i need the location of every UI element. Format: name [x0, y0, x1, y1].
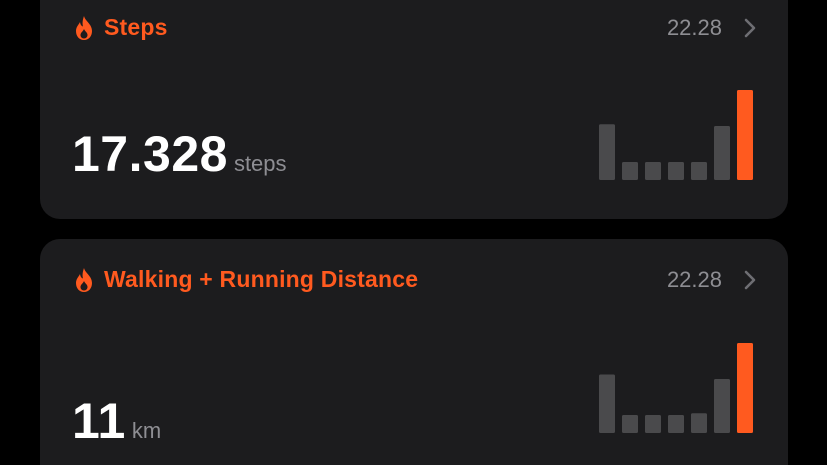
card-header: Walking + Running Distance 22.28	[72, 266, 756, 293]
value-row: 17.328 steps	[72, 125, 287, 183]
steps-value: 17.328	[72, 126, 228, 182]
chart-bar	[691, 162, 707, 180]
chart-bar	[622, 162, 638, 180]
value-row: 11 km	[72, 392, 161, 450]
flame-icon	[72, 15, 96, 41]
title-wrap: Steps	[72, 14, 168, 41]
chart-bar	[599, 374, 615, 433]
chart-bar	[714, 379, 730, 433]
distance-unit: km	[131, 418, 162, 443]
chart-bar	[714, 126, 730, 180]
chart-bar	[645, 162, 661, 180]
distance-value: 11	[72, 393, 126, 449]
title-wrap: Walking + Running Distance	[72, 266, 418, 293]
chart-bar	[668, 162, 684, 180]
last-updated-time: 22.28	[666, 266, 722, 292]
distance-mini-chart	[599, 343, 753, 433]
meta-wrap: 22.28	[667, 15, 756, 41]
distance-card[interactable]: Walking + Running Distance 22.28 11 km	[40, 239, 788, 465]
chart-bar	[622, 415, 638, 433]
today-bar	[737, 90, 753, 180]
health-screen: Steps 22.28 17.328 steps Walking + Runni…	[0, 0, 827, 465]
meta-wrap: 22.28	[667, 267, 756, 293]
chevron-right-icon[interactable]	[744, 18, 756, 38]
chevron-right-icon[interactable]	[744, 270, 756, 290]
chart-bar	[599, 124, 615, 180]
chart-bar	[645, 415, 661, 433]
card-header: Steps 22.28	[72, 14, 756, 41]
chart-bar	[691, 413, 707, 433]
steps-card[interactable]: Steps 22.28 17.328 steps	[40, 0, 788, 219]
chart-bar	[668, 415, 684, 433]
card-title: Steps	[104, 14, 168, 40]
steps-unit: steps	[233, 151, 287, 176]
flame-icon	[72, 267, 96, 293]
last-updated-time: 22.28	[666, 14, 722, 40]
steps-mini-chart	[599, 90, 753, 180]
card-title: Walking + Running Distance	[104, 266, 419, 292]
today-bar	[737, 343, 753, 433]
